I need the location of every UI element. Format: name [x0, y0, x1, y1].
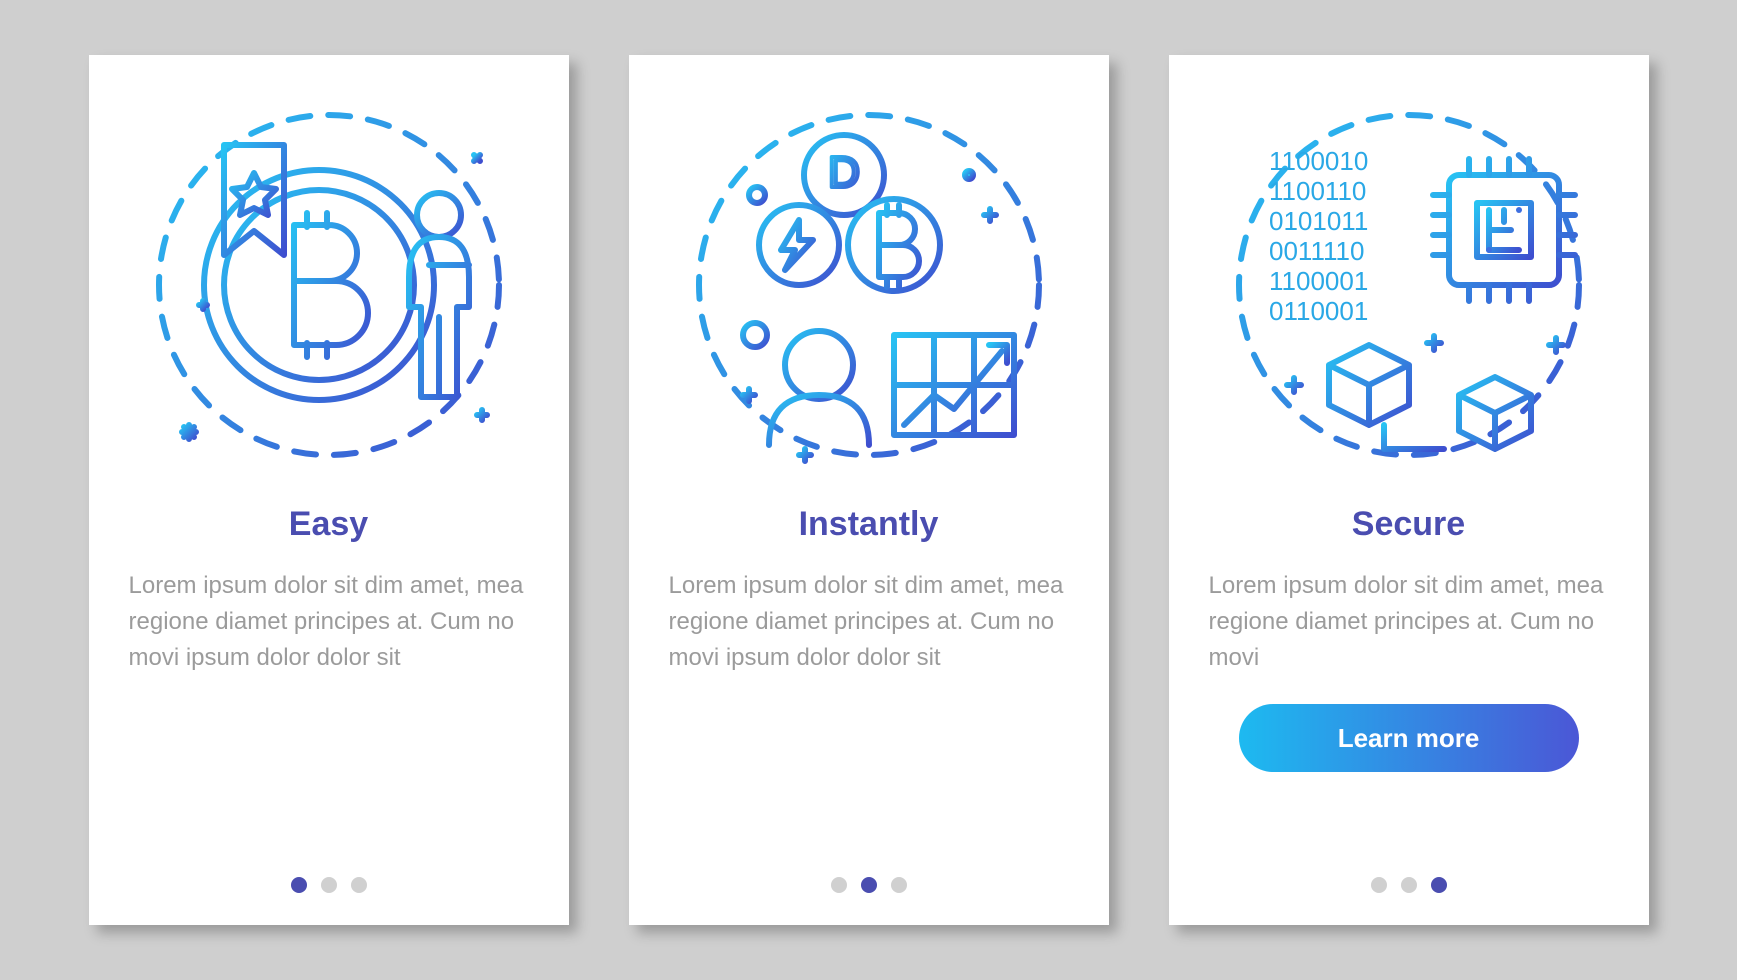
- card-body: Lorem ipsum dolor sit dim amet, mea regi…: [669, 568, 1069, 676]
- card-title: Easy: [289, 505, 368, 544]
- instantly-illustration: D: [669, 85, 1069, 485]
- svg-text:0101011: 0101011: [1269, 206, 1368, 236]
- dot-1[interactable]: [291, 877, 307, 893]
- card-body: Lorem ipsum dolor sit dim amet, mea regi…: [129, 568, 529, 676]
- dot-2[interactable]: [1401, 877, 1417, 893]
- dot-3[interactable]: [351, 877, 367, 893]
- svg-text:1100110: 1100110: [1269, 176, 1366, 206]
- dot-1[interactable]: [1371, 877, 1387, 893]
- svg-text:D: D: [828, 148, 860, 197]
- svg-text:1100010: 1100010: [1269, 146, 1368, 176]
- onboarding-card-instantly: D Instantly Lorem ipsum dolor sit dim am…: [629, 55, 1109, 925]
- svg-text:0011110: 0011110: [1269, 236, 1364, 266]
- card-title: Instantly: [799, 505, 939, 544]
- dot-3[interactable]: [891, 877, 907, 893]
- onboarding-card-secure: 1100010 1100110 0101011 0011110 1100001 …: [1169, 55, 1649, 925]
- learn-more-button[interactable]: Learn more: [1239, 704, 1579, 772]
- easy-illustration: [129, 85, 529, 485]
- dot-1[interactable]: [831, 877, 847, 893]
- pagination-dots: [1371, 877, 1447, 893]
- secure-illustration: 1100010 1100110 0101011 0011110 1100001 …: [1209, 85, 1609, 485]
- pagination-dots: [831, 877, 907, 893]
- dot-3[interactable]: [1431, 877, 1447, 893]
- card-body: Lorem ipsum dolor sit dim amet, mea regi…: [1209, 568, 1609, 676]
- svg-text:0110001: 0110001: [1269, 296, 1368, 326]
- svg-text:1100001: 1100001: [1269, 266, 1368, 296]
- pagination-dots: [291, 877, 367, 893]
- onboarding-card-easy: Easy Lorem ipsum dolor sit dim amet, mea…: [89, 55, 569, 925]
- dot-2[interactable]: [861, 877, 877, 893]
- card-title: Secure: [1352, 505, 1465, 544]
- dot-2[interactable]: [321, 877, 337, 893]
